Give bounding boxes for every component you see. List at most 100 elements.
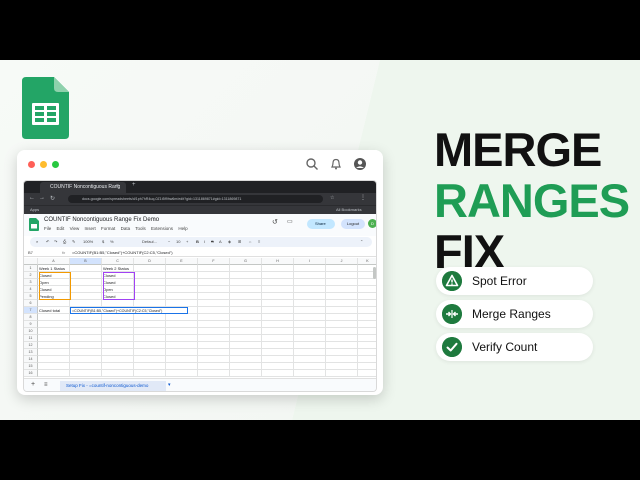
grid-cell[interactable] xyxy=(326,265,358,272)
col-header-i[interactable]: I xyxy=(294,258,326,265)
grid-cell[interactable] xyxy=(326,356,358,363)
grid-cell[interactable] xyxy=(230,300,262,307)
grid-cell[interactable] xyxy=(294,272,326,279)
row-header-14[interactable]: 14 xyxy=(24,356,38,363)
menu-file[interactable]: File xyxy=(44,226,51,231)
grid-cell[interactable] xyxy=(198,286,230,293)
grid-cell[interactable] xyxy=(230,265,262,272)
grid-cell[interactable] xyxy=(262,321,294,328)
grid-cell[interactable] xyxy=(326,335,358,342)
col-header-f[interactable]: F xyxy=(198,258,230,265)
grid-cell[interactable] xyxy=(70,272,102,279)
grid-cell[interactable] xyxy=(166,272,198,279)
grid-cell[interactable] xyxy=(38,342,70,349)
grid-cell[interactable] xyxy=(358,363,376,370)
grid-cell[interactable] xyxy=(198,321,230,328)
grid-cell[interactable] xyxy=(358,314,376,321)
grid-cell[interactable] xyxy=(102,363,134,370)
merge-cells-icon[interactable]: ⇔ xyxy=(248,239,252,244)
grid-cell[interactable] xyxy=(134,286,166,293)
zoom-select[interactable]: 100% xyxy=(83,239,93,244)
star-icon[interactable]: ☆ xyxy=(330,195,334,201)
grid-cell[interactable] xyxy=(262,300,294,307)
grid-cell[interactable] xyxy=(198,314,230,321)
apps-bookmark[interactable]: Apps xyxy=(30,207,39,212)
grid-cell[interactable] xyxy=(134,328,166,335)
row-header-15[interactable]: 15 xyxy=(24,363,38,370)
grid-cell[interactable] xyxy=(198,356,230,363)
row-header-6[interactable]: 6 xyxy=(24,300,38,307)
grid-cell[interactable] xyxy=(166,300,198,307)
row-header-8[interactable]: 8 xyxy=(24,314,38,321)
italic-icon[interactable]: I xyxy=(204,239,205,244)
grid-cell[interactable] xyxy=(70,314,102,321)
grid-cell[interactable] xyxy=(294,335,326,342)
grid-cell[interactable] xyxy=(70,293,102,300)
cell-a7[interactable]: Closed total xyxy=(38,307,70,314)
grid-cell[interactable] xyxy=(198,335,230,342)
share-button[interactable]: Share xyxy=(307,219,335,229)
text-color-icon[interactable]: A xyxy=(219,239,222,244)
minimize-dot[interactable] xyxy=(40,161,47,168)
grid-cell[interactable] xyxy=(326,349,358,356)
url-input[interactable]: docs.google.com/spreadsheets/d/1ph7hR4uq… xyxy=(68,195,323,203)
grid-cell[interactable] xyxy=(262,363,294,370)
grid-cell[interactable] xyxy=(166,321,198,328)
row-header-9[interactable]: 9 xyxy=(24,321,38,328)
cell-a5[interactable]: Pending xyxy=(38,293,70,300)
grid-cell[interactable] xyxy=(38,300,70,307)
grid-cell[interactable] xyxy=(198,300,230,307)
grid-cell[interactable] xyxy=(326,321,358,328)
grid-cell[interactable] xyxy=(70,335,102,342)
search-icon[interactable] xyxy=(305,157,319,171)
grid-cell[interactable] xyxy=(70,328,102,335)
grid-cell[interactable] xyxy=(102,349,134,356)
grid-cell[interactable] xyxy=(70,286,102,293)
grid-cell[interactable] xyxy=(198,363,230,370)
grid-cell[interactable] xyxy=(166,349,198,356)
grid-cell[interactable] xyxy=(294,370,326,377)
grid-cell[interactable] xyxy=(198,265,230,272)
grid-cell[interactable] xyxy=(166,286,198,293)
grid-cell[interactable] xyxy=(294,265,326,272)
cell-c5[interactable]: Closed xyxy=(102,293,134,300)
maximize-dot[interactable] xyxy=(52,161,59,168)
grid-cell[interactable] xyxy=(38,328,70,335)
grid-cell[interactable] xyxy=(230,342,262,349)
grid-cell[interactable] xyxy=(294,307,326,314)
grid-cell[interactable] xyxy=(198,370,230,377)
grid-cell[interactable] xyxy=(358,286,376,293)
grid-cell[interactable] xyxy=(166,293,198,300)
print-icon[interactable]: ⎙ xyxy=(63,239,66,244)
grid-cell[interactable] xyxy=(38,370,70,377)
grid-cell[interactable] xyxy=(134,300,166,307)
grid-cell[interactable] xyxy=(230,356,262,363)
grid-cell[interactable] xyxy=(166,342,198,349)
bell-icon[interactable] xyxy=(329,157,343,171)
row-header-13[interactable]: 13 xyxy=(24,349,38,356)
grid-cell[interactable] xyxy=(326,363,358,370)
grid-cell[interactable] xyxy=(326,342,358,349)
grid-cell[interactable] xyxy=(294,293,326,300)
grid-cell[interactable] xyxy=(262,265,294,272)
grid-cell[interactable] xyxy=(198,293,230,300)
cell-c1[interactable]: Week 2 Status xyxy=(102,265,134,272)
grid-cell[interactable] xyxy=(102,370,134,377)
font-size-increase-icon[interactable]: + xyxy=(186,239,188,244)
undo-icon[interactable]: ↶ xyxy=(46,239,49,244)
row-header-11[interactable]: 11 xyxy=(24,335,38,342)
grid-cell[interactable] xyxy=(294,279,326,286)
grid-cell[interactable] xyxy=(230,279,262,286)
grid-cell[interactable] xyxy=(262,356,294,363)
grid-cell[interactable] xyxy=(198,279,230,286)
col-header-h[interactable]: H xyxy=(262,258,294,265)
browser-tab[interactable]: COUNTIF Noncontiguous Rang xyxy=(40,182,126,193)
grid-cell[interactable] xyxy=(134,363,166,370)
col-header-c[interactable]: C xyxy=(102,258,134,265)
menu-extensions[interactable]: Extensions xyxy=(151,226,173,231)
menu-tools[interactable]: Tools xyxy=(135,226,146,231)
grid-cell[interactable] xyxy=(358,356,376,363)
select-all-corner[interactable] xyxy=(24,258,38,265)
fill-color-icon[interactable]: ◈ xyxy=(228,239,231,244)
grid-cell[interactable] xyxy=(358,328,376,335)
